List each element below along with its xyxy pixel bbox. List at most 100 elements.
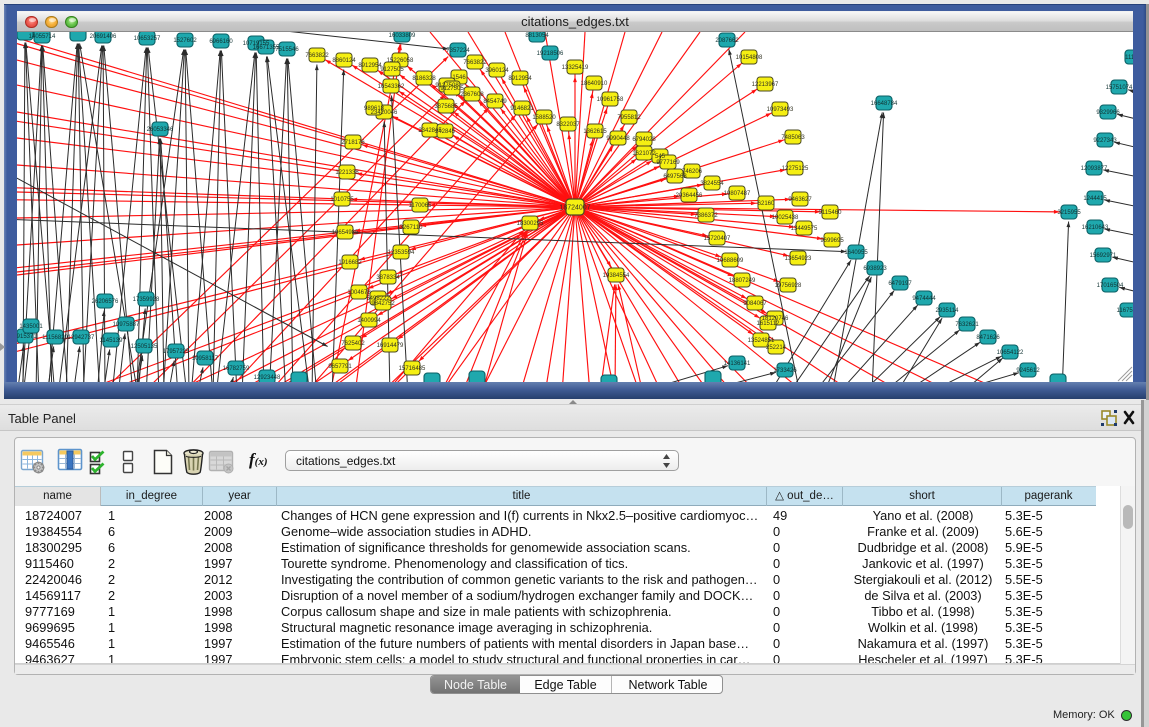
svg-text:242845: 242845 — [435, 129, 456, 135]
svg-text:11156829: 11156829 — [42, 335, 68, 341]
svg-text:19218506: 19218506 — [537, 51, 564, 57]
svg-text:26053346: 26053346 — [147, 127, 174, 133]
svg-text:17359928: 17359928 — [133, 297, 160, 303]
svg-text:746206: 746206 — [682, 169, 703, 175]
svg-text:989618: 989618 — [364, 106, 385, 112]
svg-text:7625402: 7625402 — [341, 341, 365, 347]
svg-text:16210643: 16210643 — [1082, 225, 1109, 231]
svg-text:62160: 62160 — [758, 201, 775, 207]
svg-text:9474444: 9474444 — [912, 296, 936, 302]
svg-text:1546: 1546 — [452, 75, 466, 81]
svg-text:13654923: 13654923 — [785, 256, 812, 262]
svg-text:10154808: 10154808 — [736, 55, 763, 61]
svg-text:3215955: 3215955 — [1057, 210, 1081, 216]
svg-text:8322037: 8322037 — [556, 122, 580, 128]
svg-text:9990448: 9990448 — [606, 136, 630, 142]
svg-text:13524851: 13524851 — [748, 338, 775, 344]
svg-text:9657791: 9657791 — [328, 364, 352, 370]
svg-text:19384554: 19384554 — [603, 273, 630, 279]
svg-text:9777169: 9777169 — [656, 160, 680, 166]
svg-text:15751074: 15751074 — [1106, 85, 1133, 91]
svg-text:10654985: 10654985 — [332, 230, 359, 236]
svg-text:1010755: 1010755 — [330, 197, 354, 203]
svg-text:1435001: 1435001 — [19, 324, 43, 330]
svg-text:1362615: 1362615 — [583, 129, 607, 135]
svg-text:19756928: 19756928 — [775, 283, 802, 289]
svg-text:17957225: 17957225 — [163, 349, 190, 355]
svg-text:14055714: 14055714 — [29, 34, 56, 40]
svg-text:3875685: 3875685 — [434, 104, 458, 110]
svg-text:252214: 252214 — [766, 345, 787, 351]
svg-text:16914479: 16914479 — [377, 343, 404, 349]
svg-text:7663822: 7663822 — [305, 53, 329, 59]
svg-text:18807249: 18807249 — [729, 278, 756, 284]
svg-text:18300295: 18300295 — [517, 221, 544, 227]
svg-text:1621072: 1621072 — [632, 151, 656, 157]
svg-text:1640955: 1640955 — [844, 250, 868, 256]
svg-text:12505135: 12505135 — [131, 344, 158, 350]
svg-text:7386372: 7386372 — [694, 213, 718, 219]
svg-text:13449575: 13449575 — [791, 226, 818, 232]
svg-text:10958117: 10958117 — [192, 356, 219, 362]
svg-text:10688609: 10688609 — [717, 258, 744, 264]
svg-text:9146821: 9146821 — [510, 106, 534, 112]
svg-text:9915371: 9915371 — [17, 334, 37, 340]
svg-text:12093877: 12093877 — [1081, 166, 1108, 172]
svg-text:3824554: 3824554 — [700, 181, 724, 187]
svg-text:9084067: 9084067 — [743, 301, 767, 307]
svg-text:8912954: 8912954 — [358, 63, 382, 69]
svg-text:16782759: 16782759 — [223, 366, 250, 372]
svg-text:6479197: 6479197 — [888, 281, 912, 287]
svg-text:12923448: 12923448 — [254, 375, 281, 381]
svg-text:20691406: 20691406 — [90, 34, 117, 40]
svg-text:8860124: 8860124 — [332, 58, 356, 64]
svg-text:8813054: 8813054 — [525, 33, 549, 39]
svg-text:8912954: 8912954 — [508, 76, 532, 82]
svg-text:7485063: 7485063 — [781, 135, 805, 141]
svg-text:2087662: 2087662 — [715, 38, 739, 44]
svg-text:18724007: 18724007 — [559, 204, 590, 211]
svg-text:11123: 11123 — [1125, 55, 1133, 61]
svg-text:7515546: 7515546 — [275, 47, 299, 53]
svg-text:7632621: 7632621 — [955, 322, 979, 328]
svg-text:8454749: 8454749 — [483, 99, 507, 105]
svg-text:2718176: 2718176 — [341, 140, 365, 146]
svg-text:1170065: 1170065 — [409, 203, 433, 209]
svg-text:12353594: 12353594 — [388, 250, 415, 256]
svg-text:12942737: 12942737 — [68, 335, 95, 341]
svg-text:7955812: 7955812 — [617, 115, 641, 121]
svg-text:7663822: 7663822 — [463, 60, 487, 66]
svg-text:1615112: 1615112 — [757, 321, 781, 327]
svg-text:10807487: 10807487 — [724, 191, 751, 197]
svg-text:17016504: 17016504 — [1097, 283, 1124, 289]
svg-text:1733426: 1733426 — [773, 368, 797, 374]
svg-text:10973493: 10973493 — [767, 107, 794, 113]
svg-text:16648784: 16648784 — [871, 101, 898, 107]
svg-text:9127505: 9127505 — [380, 67, 404, 73]
svg-text:9329966: 9329966 — [1096, 110, 1120, 116]
svg-text:1588520: 1588520 — [532, 115, 556, 121]
svg-text:2935114: 2935114 — [936, 308, 960, 314]
svg-text:8186328: 8186328 — [412, 76, 436, 82]
svg-text:6938923: 6938923 — [863, 266, 887, 272]
svg-text:10653257: 10653257 — [134, 36, 161, 42]
svg-text:6794028: 6794028 — [632, 137, 656, 143]
svg-text:9463627: 9463627 — [788, 197, 812, 203]
svg-text:1221338: 1221338 — [335, 170, 359, 176]
svg-text:9115460: 9115460 — [819, 210, 843, 216]
svg-text:9699695: 9699695 — [820, 238, 844, 244]
svg-text:15692971: 15692971 — [1090, 253, 1117, 259]
svg-text:14136141: 14136141 — [724, 361, 751, 367]
svg-text:6966160: 6966160 — [209, 39, 233, 45]
svg-text:1145139: 1145139 — [100, 338, 124, 344]
svg-text:1400994: 1400994 — [357, 318, 381, 324]
svg-text:15720407: 15720407 — [704, 236, 731, 242]
svg-text:9842752: 9842752 — [371, 301, 395, 307]
svg-text:9227343: 9227343 — [1093, 138, 1117, 144]
svg-text:1527602: 1527602 — [173, 38, 197, 44]
svg-text:9245612: 9245612 — [1016, 368, 1040, 374]
svg-text:2367608: 2367608 — [460, 92, 484, 98]
svg-text:1167535: 1167535 — [1117, 308, 1133, 314]
svg-text:12213967: 12213967 — [752, 82, 779, 88]
svg-text:16543362: 16543362 — [378, 84, 405, 90]
